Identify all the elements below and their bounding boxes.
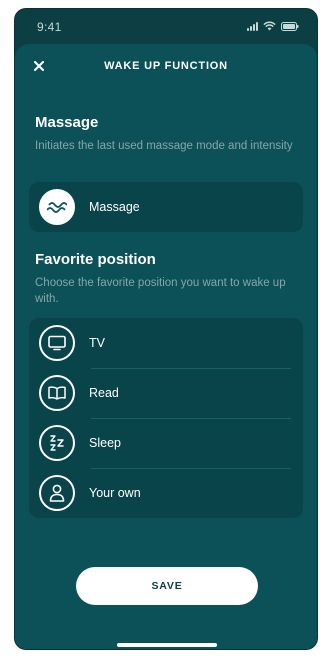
- favorite-position-list: TV Read Sleep Your own: [29, 318, 303, 518]
- signal-icon: [247, 21, 258, 31]
- status-time: 9:41: [37, 20, 62, 34]
- position-option-label: TV: [89, 336, 105, 350]
- position-option-sleep[interactable]: Sleep: [29, 418, 303, 468]
- status-bar: 9:41: [15, 9, 317, 45]
- massage-icon: [39, 189, 75, 225]
- position-option-your-own[interactable]: Your own: [29, 468, 303, 518]
- massage-section-description: Initiates the last used massage mode and…: [35, 140, 293, 152]
- book-icon: [39, 375, 75, 411]
- massage-card: Massage: [29, 182, 303, 232]
- position-option-label: Your own: [89, 486, 141, 500]
- wake-up-sheet: WAKE UP FUNCTION Massage Initiates the l…: [15, 44, 317, 649]
- position-option-label: Sleep: [89, 436, 121, 450]
- favorite-section-description: Choose the favorite position you want to…: [35, 277, 286, 305]
- sleep-icon: [39, 425, 75, 461]
- wifi-icon: [263, 21, 276, 31]
- save-button[interactable]: SAVE: [76, 567, 258, 605]
- position-option-tv[interactable]: TV: [29, 318, 303, 368]
- status-icons: [247, 21, 299, 31]
- massage-option-label: Massage: [89, 200, 140, 214]
- home-indicator: [117, 643, 217, 647]
- header: WAKE UP FUNCTION: [15, 44, 317, 90]
- battery-icon: [281, 22, 299, 31]
- position-option-read[interactable]: Read: [29, 368, 303, 418]
- person-icon: [39, 475, 75, 511]
- page-title: WAKE UP FUNCTION: [104, 60, 228, 72]
- massage-option[interactable]: Massage: [29, 182, 303, 232]
- tv-icon: [39, 325, 75, 361]
- favorite-section-title: Favorite position: [35, 251, 156, 268]
- device-frame: 9:41 WAKE UP FUNCTION Massage Initiates …: [14, 8, 318, 650]
- position-option-label: Read: [89, 386, 119, 400]
- massage-section-title: Massage: [35, 114, 99, 131]
